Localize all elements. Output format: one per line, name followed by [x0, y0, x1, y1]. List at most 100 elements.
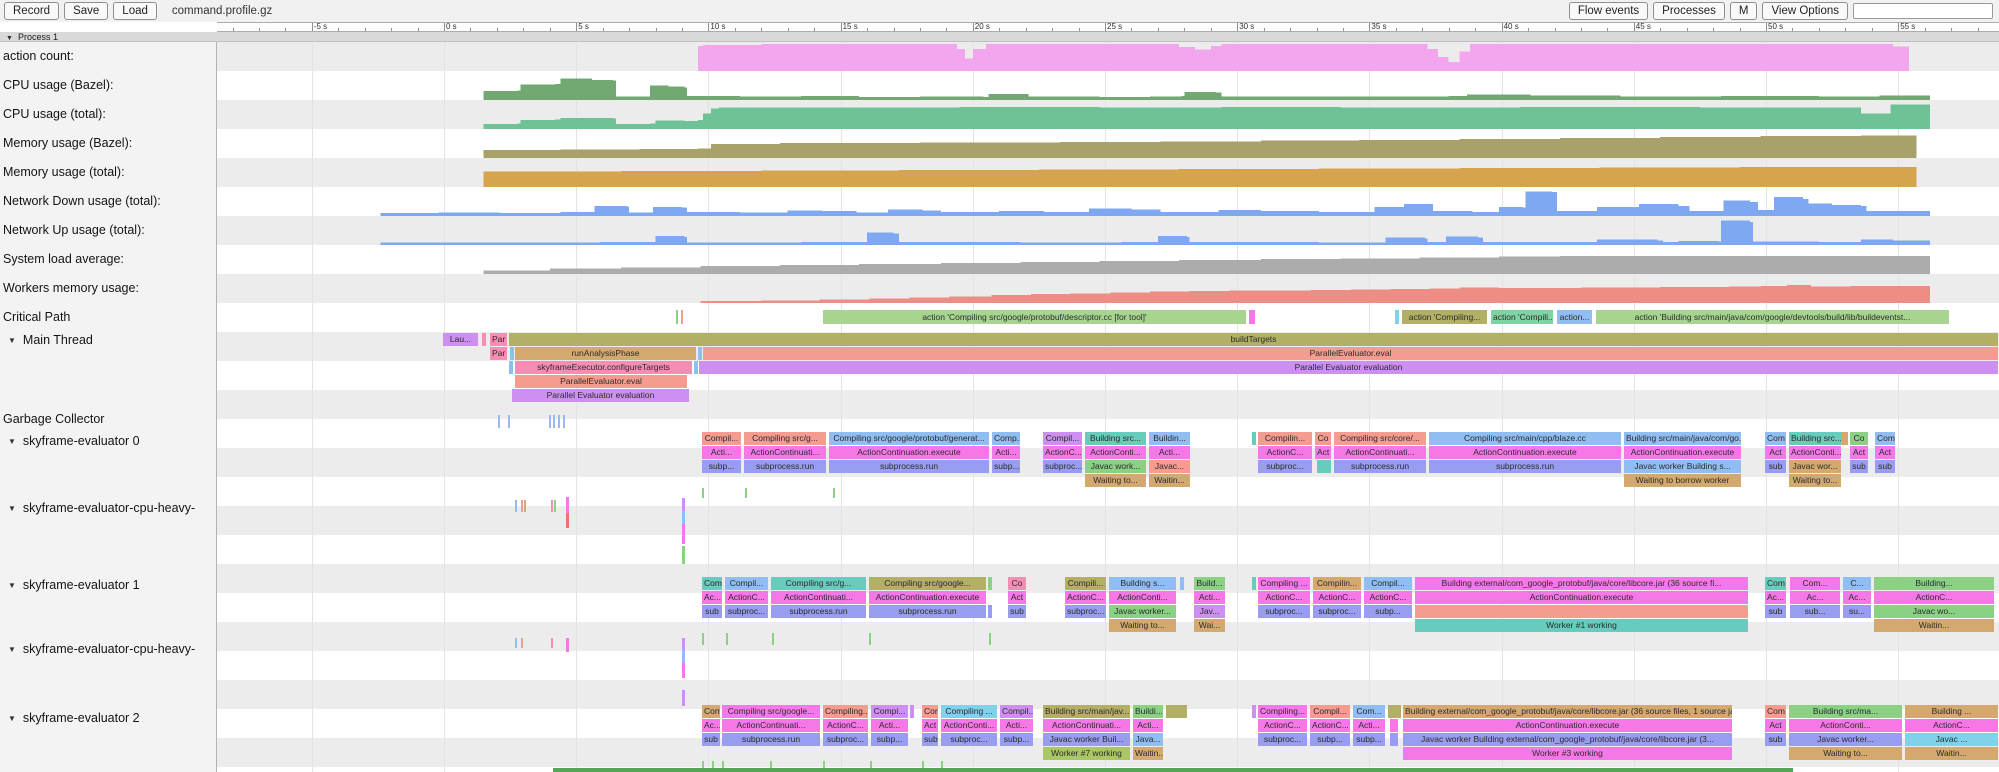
- trace-tick[interactable]: [682, 662, 685, 678]
- trace-span[interactable]: Act: [922, 719, 938, 732]
- trace-span[interactable]: ParallelEvaluator.eval: [703, 347, 1998, 360]
- trace-tick[interactable]: [551, 638, 553, 648]
- trace-span[interactable]: Compiling src/g...: [744, 432, 826, 445]
- trace-span[interactable]: Compiling src/google...: [722, 705, 820, 718]
- trace-span[interactable]: Compil...: [1364, 577, 1412, 590]
- trace-span[interactable]: Building ...: [1905, 705, 1998, 718]
- trace-span[interactable]: ActionConti...: [1789, 446, 1841, 459]
- trace-span[interactable]: Acti...: [1000, 719, 1033, 732]
- trace-span[interactable]: sub: [1765, 460, 1786, 473]
- trace-span[interactable]: ActionContinuation.execute: [1403, 719, 1732, 732]
- sidebar-row-skyframe-evaluator-cpu-heavy-a[interactable]: ▼skyframe-evaluator-cpu-heavy-: [0, 499, 216, 517]
- trace-span[interactable]: Act: [1850, 446, 1868, 459]
- trace-span[interactable]: Java...: [1133, 733, 1163, 746]
- trace-tick[interactable]: [498, 415, 500, 428]
- trace-span[interactable]: Act: [1765, 719, 1786, 732]
- sidebar-row-skyframe-evaluator-2[interactable]: ▼skyframe-evaluator 2: [0, 709, 216, 727]
- trace-span[interactable]: Compiling ...: [1258, 577, 1310, 590]
- trace-span[interactable]: ActionContinuation.execute: [869, 591, 986, 604]
- trace-span[interactable]: ActionC...: [1043, 446, 1082, 459]
- trace-span[interactable]: ActionC...: [1874, 591, 1994, 604]
- trace-span[interactable]: sub: [702, 733, 720, 746]
- trace-span[interactable]: Waitin...: [1149, 474, 1190, 487]
- trace-span[interactable]: C...: [1843, 577, 1871, 590]
- trace-span[interactable]: ActionConti...: [1109, 591, 1176, 604]
- trace-tick[interactable]: [682, 511, 685, 524]
- processes-button[interactable]: Processes: [1653, 2, 1725, 20]
- trace-span[interactable]: Buildin...: [1149, 432, 1190, 445]
- trace-span[interactable]: Com...: [1790, 577, 1840, 590]
- trace-span[interactable]: Compil...: [1000, 705, 1033, 718]
- trace-span[interactable]: Ac...: [1790, 591, 1840, 604]
- trace-span[interactable]: ActionContinuati...: [722, 719, 820, 732]
- trace-tick[interactable]: [682, 690, 685, 706]
- expander-icon[interactable]: ▼: [8, 332, 16, 350]
- trace-span[interactable]: subprocess.run: [744, 460, 826, 473]
- trace-span[interactable]: subproc...: [1065, 605, 1106, 618]
- trace-span[interactable]: action 'Building src/main/java/com/googl…: [1596, 310, 1949, 324]
- trace-span[interactable]: ActionContinuation.execute: [1624, 446, 1741, 459]
- expander-icon[interactable]: ▼: [8, 577, 16, 595]
- trace-span[interactable]: subprocess.run: [869, 605, 986, 618]
- trace-tick[interactable]: [989, 633, 991, 645]
- trace-span[interactable]: Compiling...: [823, 705, 868, 718]
- trace-span[interactable]: subproc...: [823, 733, 868, 746]
- trace-span[interactable]: [1252, 577, 1256, 590]
- trace-span[interactable]: sub: [1765, 733, 1786, 746]
- trace-span[interactable]: [1390, 719, 1398, 732]
- trace-span[interactable]: Waitin...: [1905, 747, 1998, 760]
- trace-tick[interactable]: [524, 500, 526, 512]
- trace-band[interactable]: [553, 768, 1793, 772]
- trace-span[interactable]: Building src/main/jav...: [1043, 705, 1130, 718]
- trace-tick[interactable]: [682, 546, 685, 564]
- trace-span[interactable]: Compil...: [1043, 432, 1082, 445]
- time-ruler[interactable]: -5 s0 s5 s10 s15 s20 s25 s30 s35 s40 s45…: [217, 22, 1999, 32]
- trace-tick[interactable]: [833, 488, 835, 498]
- trace-span[interactable]: ActionContinuati...: [744, 446, 826, 459]
- trace-span[interactable]: subp...: [1310, 733, 1350, 746]
- trace-span[interactable]: Act: [1875, 446, 1895, 459]
- trace-span[interactable]: Jav...: [1194, 605, 1225, 618]
- trace-span[interactable]: Wai...: [1194, 619, 1225, 632]
- trace-span[interactable]: Javac...: [1149, 460, 1190, 473]
- trace-span[interactable]: Building external/com_google_protobuf/ja…: [1403, 705, 1732, 718]
- trace-span[interactable]: Javac worker Buil...: [1043, 733, 1130, 746]
- trace-span[interactable]: Com: [922, 705, 938, 718]
- trace-span[interactable]: Javac work...: [1085, 460, 1146, 473]
- metadata-button[interactable]: M: [1730, 2, 1758, 20]
- trace-span[interactable]: Compilin...: [1258, 432, 1312, 445]
- trace-span[interactable]: ActionContinuati...: [771, 591, 866, 604]
- trace-tick[interactable]: [563, 415, 565, 428]
- trace-span[interactable]: Com: [1765, 705, 1786, 718]
- trace-span[interactable]: Com: [702, 577, 722, 590]
- expander-icon[interactable]: ▼: [8, 641, 16, 659]
- trace-span[interactable]: Co: [1315, 432, 1331, 445]
- trace-tick[interactable]: [676, 310, 678, 324]
- trace-tick[interactable]: [682, 524, 685, 544]
- trace-span[interactable]: Worker #7 working: [1043, 747, 1130, 760]
- trace-span[interactable]: ActionC...: [1258, 591, 1310, 604]
- trace-span[interactable]: Javac ...: [1905, 733, 1998, 746]
- flow-events-button[interactable]: Flow events: [1569, 2, 1648, 20]
- trace-span[interactable]: [698, 347, 702, 360]
- trace-span[interactable]: subp...: [871, 733, 908, 746]
- trace-span[interactable]: subproc...: [1258, 460, 1312, 473]
- trace-tick[interactable]: [558, 415, 560, 428]
- trace-span[interactable]: Ac...: [1765, 591, 1786, 604]
- trace-span[interactable]: subp...: [702, 460, 741, 473]
- trace-span[interactable]: action...: [1557, 310, 1592, 324]
- trace-span[interactable]: Compiling src/main/cpp/blaze.cc: [1429, 432, 1621, 445]
- trace-span[interactable]: Compiling src/g...: [771, 577, 866, 590]
- trace-span[interactable]: buildTargets: [509, 333, 1998, 346]
- search-input[interactable]: [1853, 3, 1993, 19]
- trace-span[interactable]: Com...: [1353, 705, 1385, 718]
- trace-span[interactable]: Act: [1008, 591, 1026, 604]
- trace-span[interactable]: Javac worker Building external/com_googl…: [1403, 733, 1732, 746]
- trace-span[interactable]: subproc...: [1258, 605, 1310, 618]
- process-header[interactable]: ▼Process 1: [0, 32, 1999, 42]
- trace-span[interactable]: skyframeExecutor.configureTargets: [515, 361, 692, 374]
- trace-span[interactable]: ActionContinuati...: [1334, 446, 1426, 459]
- trace-span[interactable]: [509, 361, 513, 374]
- sidebar-row-skyframe-evaluator-0[interactable]: ▼skyframe-evaluator 0: [0, 432, 216, 450]
- trace-span[interactable]: action 'Compili...: [1491, 310, 1553, 324]
